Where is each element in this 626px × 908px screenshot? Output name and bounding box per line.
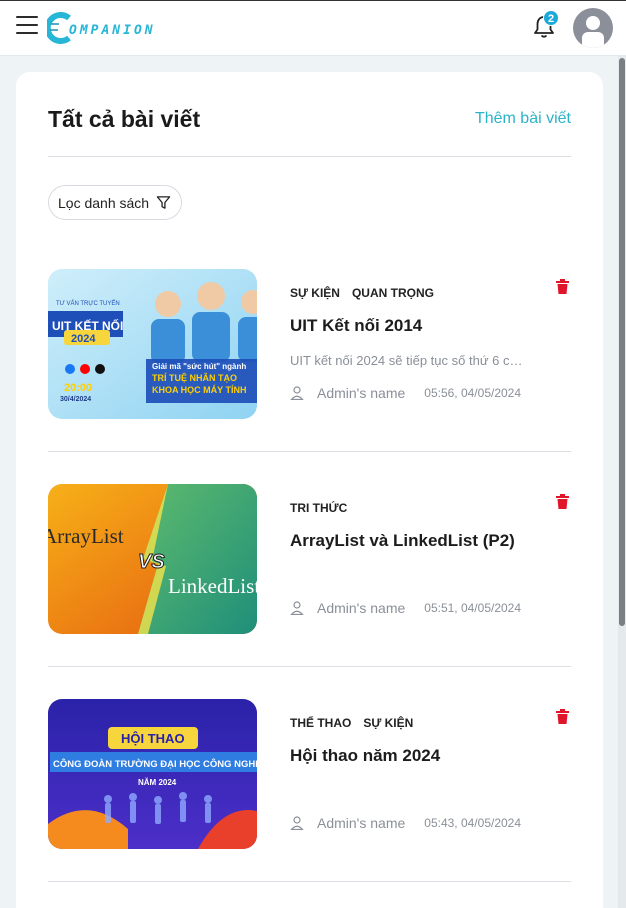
post-meta: Admin's name 05:56, 04/05/2024 [290, 385, 521, 401]
post-thumbnail[interactable]: HỘI THAO CÔNG ĐOÀN TRƯỜNG ĐẠI HỌC CÔNG N… [48, 699, 257, 849]
post-tags: TRI THỨC [290, 501, 347, 515]
tag-label[interactable]: QUAN TRỌNG [352, 286, 434, 300]
divider [48, 156, 571, 157]
hamburger-menu-icon[interactable] [16, 16, 38, 36]
tag-label[interactable]: TRI THỨC [290, 501, 347, 515]
post-title[interactable]: UIT Kết nối 2014 [290, 316, 422, 336]
post-title[interactable]: Hội thao năm 2024 [290, 746, 440, 766]
notification-count-badge: 2 [543, 10, 559, 26]
post-thumbnail[interactable]: ArrayList VS LinkedList [48, 484, 257, 634]
thumb-text: VS [138, 551, 165, 573]
tag-label[interactable]: SỰ KIỆN [363, 716, 413, 730]
trash-icon [556, 709, 569, 724]
user-avatar[interactable] [573, 8, 613, 48]
user-icon [290, 601, 304, 615]
post-title[interactable]: ArrayList và LinkedList (P2) [290, 531, 515, 551]
thumb-text: TRÍ TUỆ NHÂN TẠO [152, 372, 237, 383]
post-excerpt: UIT kết nối 2024 sẽ tiếp tục số thứ 6 củ… [290, 353, 526, 368]
user-icon [290, 816, 304, 830]
post-time: 05:43, 04/05/2024 [424, 816, 522, 830]
thumb-text: NĂM 2024 [138, 778, 177, 787]
thumb-text: TƯ VẤN TRỰC TUYẾN [56, 300, 120, 307]
filter-list-button[interactable]: Lọc danh sách [48, 185, 183, 220]
post-item[interactable]: ArrayList VS LinkedList TRI THỨC ArrayLi… [48, 484, 571, 634]
trash-icon [556, 494, 569, 509]
delete-post-button[interactable] [556, 494, 570, 510]
thumb-text: KHOA HỌC MÁY TÍNH [152, 385, 247, 395]
filter-label: Lọc danh sách [58, 194, 150, 211]
divider [48, 451, 571, 452]
divider [48, 666, 571, 667]
post-tags: SỰ KIỆN QUAN TRỌNG [290, 286, 434, 300]
page-scrollbar[interactable] [618, 56, 626, 908]
divider [48, 881, 571, 882]
user-icon [290, 386, 304, 400]
top-bar: OMPANION 2 [0, 0, 626, 56]
tag-label[interactable]: SỰ KIỆN [290, 286, 340, 300]
companion-logo[interactable]: OMPANION [44, 11, 156, 45]
thumb-text: LinkedList [168, 574, 257, 598]
thumb-text: 30/4/2024 [60, 396, 91, 403]
post-author: Admin's name [317, 385, 406, 401]
post-item[interactable]: HỘI THAO CÔNG ĐOÀN TRƯỜNG ĐẠI HỌC CÔNG N… [48, 699, 571, 849]
thumb-text: CÔNG ĐOÀN TRƯỜNG ĐẠI HỌC CÔNG NGHỆ THÔNG… [53, 758, 257, 770]
post-item[interactable]: TƯ VẤN TRỰC TUYẾN UIT KẾT NỐI 2024 20:00… [48, 269, 571, 419]
logo-c-mark [44, 12, 75, 44]
post-time: 05:51, 04/05/2024 [424, 601, 522, 615]
logo-text: OMPANION [69, 22, 156, 38]
post-author: Admin's name [317, 815, 406, 831]
thumb-text: HỘI THAO [121, 731, 185, 746]
thumb-text: 2024 [71, 333, 96, 345]
delete-post-button[interactable] [556, 709, 570, 725]
page-title: Tất cả bài viết [48, 106, 201, 132]
thumb-text: 20:00 [64, 382, 92, 394]
post-meta: Admin's name 05:51, 04/05/2024 [290, 600, 521, 616]
post-time: 05:56, 04/05/2024 [424, 386, 522, 400]
thumb-text: Giải mã "sức hút" ngành [152, 362, 246, 371]
posts-card: Tất cả bài viết Thêm bài viết Lọc danh s… [16, 72, 603, 908]
post-tags: THỂ THAO SỰ KIỆN [290, 716, 413, 730]
scrollbar-thumb[interactable] [619, 58, 625, 626]
add-post-link[interactable]: Thêm bài viết [475, 110, 571, 128]
tag-label[interactable]: THỂ THAO [290, 716, 351, 730]
post-thumbnail[interactable]: TƯ VẤN TRỰC TUYẾN UIT KẾT NỐI 2024 20:00… [48, 269, 257, 419]
post-author: Admin's name [317, 600, 406, 616]
delete-post-button[interactable] [556, 279, 570, 295]
filter-funnel-icon [156, 196, 171, 209]
post-meta: Admin's name 05:43, 04/05/2024 [290, 815, 521, 831]
trash-icon [556, 279, 569, 294]
thumb-text: ArrayList [48, 524, 124, 548]
